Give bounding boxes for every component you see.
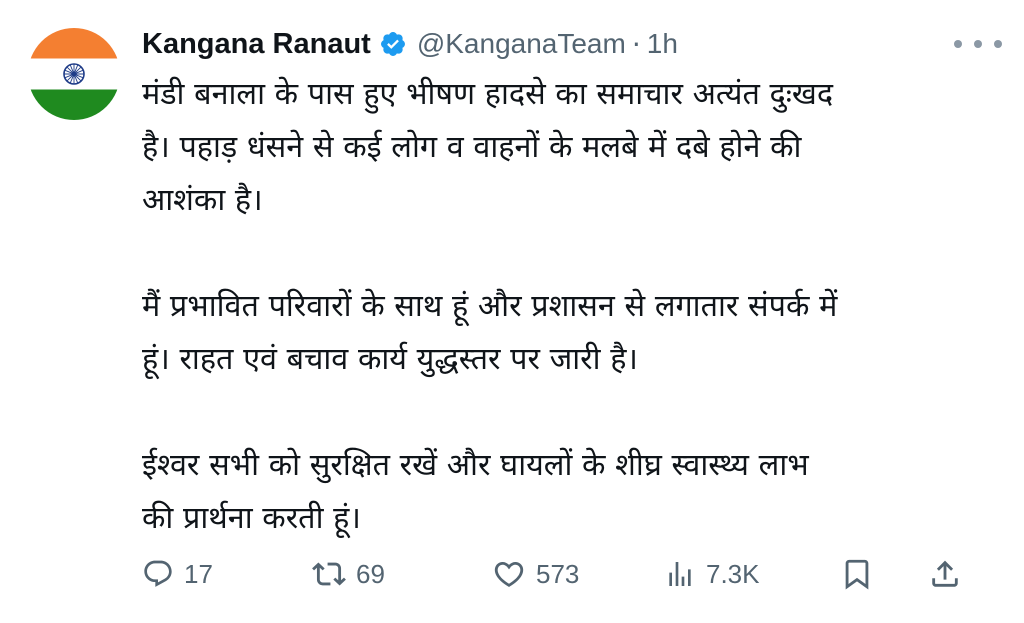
text-line: मैं प्रभावित परिवारों के साथ हूं और प्रश…: [142, 289, 838, 324]
reply-button[interactable]: 17: [142, 552, 213, 596]
text-line: मंडी बनाला के पास हुए भीषण हादसे का समाच…: [142, 77, 834, 112]
separator-dot: ·: [631, 27, 641, 61]
paragraph: मंडी बनाला के पास हुए भीषण हादसे का समाच…: [142, 68, 982, 227]
text-line: की प्रार्थना करती हूं।: [142, 501, 361, 536]
more-options-icon[interactable]: [954, 32, 1002, 56]
text-line: हूं। राहत एवं बचाव कार्य युद्धस्तर पर जा…: [142, 342, 638, 377]
bookmark-button[interactable]: [840, 552, 874, 596]
tweet-header: Kangana Ranaut @KanganaTeam · 1h: [142, 24, 1002, 64]
action-bar: 17 69 573 7.3K: [142, 552, 972, 596]
paragraph: मैं प्रभावित परिवारों के साथ हूं और प्रश…: [142, 280, 982, 386]
heart-icon: [494, 561, 524, 587]
repost-icon: [312, 562, 346, 586]
text-line: ईश्वर सभी को सुरक्षित रखें और घायलों के …: [142, 448, 809, 483]
repost-count: 69: [356, 558, 385, 589]
text-line: आशंका है।: [142, 183, 263, 218]
paragraph: ईश्वर सभी को सुरक्षित रखें और घायलों के …: [142, 439, 982, 545]
verified-badge-icon[interactable]: [379, 30, 407, 58]
tweet-text: मंडी बनाला के पास हुए भीषण हादसे का समाच…: [142, 68, 982, 545]
ashoka-chakra-icon: [63, 63, 85, 85]
views-icon: [669, 562, 691, 586]
bookmark-icon: [845, 559, 869, 590]
reply-count: 17: [184, 558, 213, 589]
timestamp[interactable]: 1h: [647, 28, 678, 60]
like-button[interactable]: 573: [492, 552, 579, 596]
author-name[interactable]: Kangana Ranaut: [142, 28, 371, 61]
text-line: है। पहाड़ धंसने से कई लोग व वाहनों के मल…: [142, 130, 802, 165]
views-count: 7.3K: [706, 558, 760, 589]
avatar[interactable]: [28, 28, 120, 120]
views-button[interactable]: 7.3K: [664, 552, 760, 596]
author-handle[interactable]: @KanganaTeam: [417, 28, 626, 60]
like-count: 573: [536, 558, 580, 589]
repost-button[interactable]: 69: [312, 552, 385, 596]
share-button[interactable]: [928, 552, 962, 596]
reply-icon: [144, 560, 172, 587]
share-icon: [932, 560, 958, 587]
